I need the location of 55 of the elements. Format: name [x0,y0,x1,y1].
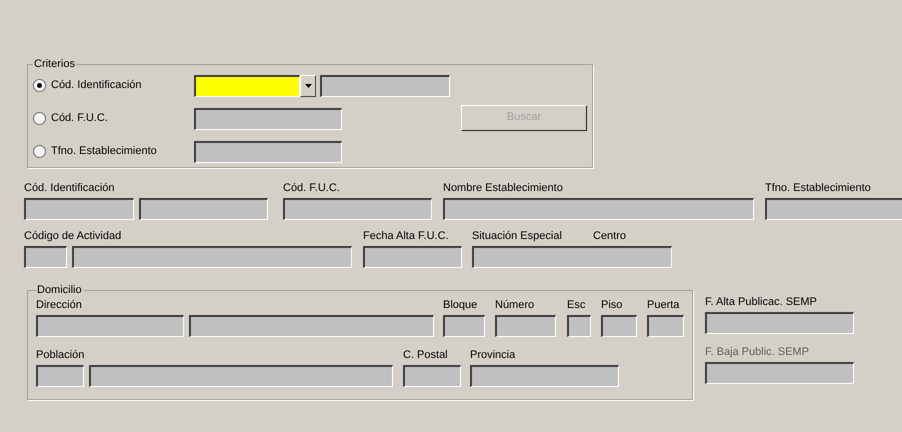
input-field[interactable] [320,74,450,96]
field-label: Centro [593,230,626,243]
input-field[interactable] [705,362,854,384]
field-label: Número [495,298,536,312]
input-field[interactable] [765,198,902,220]
input-field[interactable] [72,246,352,268]
input-field[interactable] [705,312,854,334]
input-field[interactable] [601,314,637,336]
input-field[interactable] [363,246,462,268]
input-field[interactable] [283,198,432,220]
radio-button[interactable] [33,145,46,158]
field-label: F. Alta Publicac. SEMP [705,296,818,309]
input-field[interactable] [443,198,754,220]
field-label: Población [36,348,86,362]
group-title: Criterios [33,57,76,72]
field-label: Código de Actividad [24,230,122,243]
input-field[interactable] [139,198,268,220]
input-field[interactable] [495,314,556,336]
field-label: Cód. Identificación [24,182,116,195]
field-label: Provincia [470,348,516,362]
input-field[interactable] [470,364,619,386]
input-field[interactable] [194,140,342,162]
field-label: Piso [601,298,624,312]
input-field[interactable] [36,314,184,336]
dropdown-button[interactable] [300,74,316,96]
input-field[interactable] [189,314,434,336]
input-field[interactable] [472,246,672,268]
field-label: Tfno. Establecimiento [765,182,872,195]
group-title: Domicilio [36,283,83,298]
input-field[interactable] [194,74,300,96]
field-label: F. Baja Public. SEMP [705,346,810,359]
radio-label[interactable]: Cód. Identificación [51,77,142,94]
input-field[interactable] [194,108,342,130]
input-field[interactable] [36,364,84,386]
radio-label[interactable]: Tfno. Establecimiento [51,143,157,160]
input-field[interactable] [567,314,591,336]
field-label: Fecha Alta F.U.C. [363,230,450,243]
field-label: Puerta [647,298,680,312]
input-field[interactable] [443,314,485,336]
radio-label[interactable]: Cód. F.U.C. [51,110,108,127]
input-field[interactable] [24,246,67,268]
field-label: Bloque [443,298,478,312]
input-field[interactable] [647,314,684,336]
field-label: C. Postal [403,348,449,362]
field-label: Cód. F.U.C. [283,182,341,195]
field-label: Situación Especial [472,230,563,243]
input-field[interactable] [403,364,461,386]
field-label: Nombre Establecimiento [443,182,564,195]
input-field[interactable] [89,364,393,386]
field-label: Esc [567,298,586,312]
input-field[interactable] [24,198,134,220]
radio-button[interactable] [33,79,46,92]
field-label: Dirección [36,298,83,312]
caret-icon [304,84,312,88]
radio-button[interactable] [33,112,46,125]
